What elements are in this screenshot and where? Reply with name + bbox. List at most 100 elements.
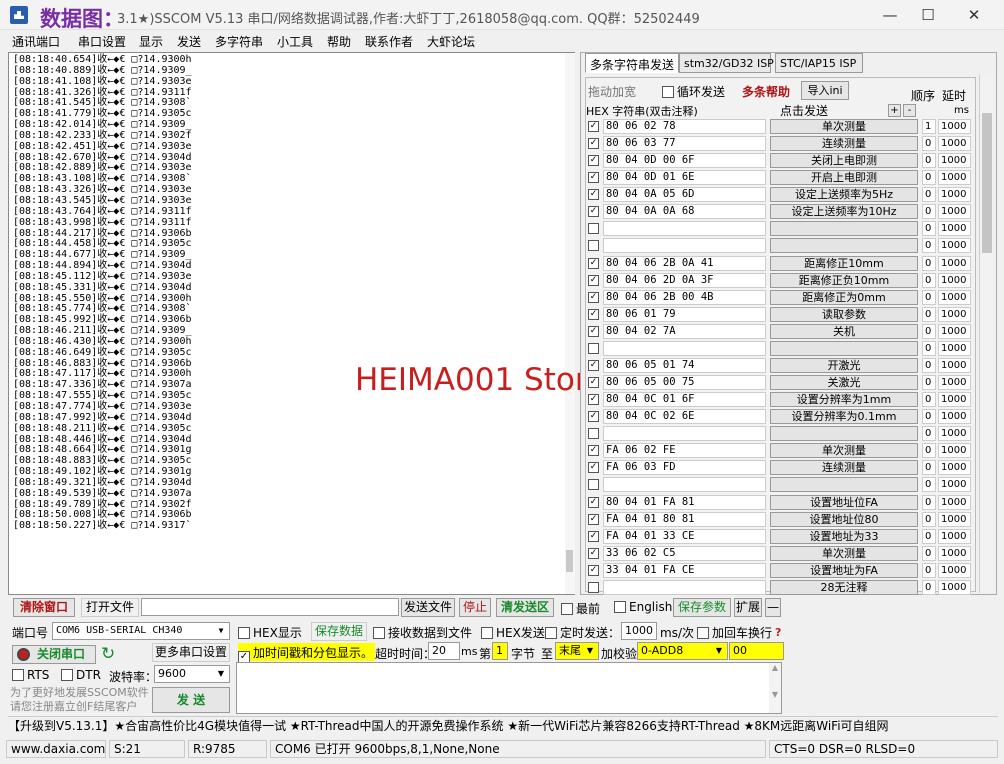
collapse-button[interactable]: — [765, 598, 781, 617]
row-delay-input[interactable]: 1000 [938, 221, 971, 237]
row-delay-input[interactable]: 1000 [938, 204, 971, 220]
menu-send[interactable]: 发送 [177, 33, 201, 50]
row-hex-input[interactable] [603, 477, 766, 493]
row-send-button[interactable]: 设置分辨率为1mm [770, 392, 918, 408]
row-send-button[interactable] [770, 221, 918, 237]
row-send-button[interactable]: 设定上送频率为10Hz [770, 204, 918, 220]
row-hex-input[interactable] [603, 238, 766, 254]
recv-to-file-box[interactable] [373, 627, 385, 639]
row-delay-input[interactable]: 1000 [938, 357, 971, 373]
menu-display[interactable]: 显示 [139, 33, 163, 50]
row-order-input[interactable]: 0 [922, 545, 936, 561]
row-send-button[interactable]: 关激光 [770, 375, 918, 391]
rts-checkbox[interactable]: RTS [12, 668, 49, 682]
promo-text[interactable]: 为了更好地发展SSCOM软件 请您注册嘉立创F结尾客户 [10, 686, 149, 714]
loop-send-checkbox[interactable]: 循环发送 [662, 83, 725, 100]
row-send-button[interactable] [770, 340, 918, 356]
row-hex-input[interactable]: 80 04 06 2B 0A 41 [603, 255, 766, 271]
menu-tools[interactable]: 小工具 [277, 33, 313, 50]
row-order-input[interactable]: 0 [922, 340, 936, 356]
receive-scrollbar[interactable] [565, 53, 575, 594]
tab-stc-isp[interactable]: STC/IAP15 ISP [775, 53, 863, 73]
row-enable-checkbox[interactable] [588, 479, 599, 491]
english-box[interactable] [614, 601, 626, 613]
row-enable-checkbox[interactable] [588, 342, 599, 354]
row-delay-input[interactable]: 1000 [938, 323, 971, 339]
stop-button[interactable]: 停止 [459, 598, 491, 617]
receive-scroll-thumb[interactable] [566, 550, 573, 572]
row-enable-checkbox[interactable]: ✓ [588, 411, 599, 423]
menu-serial-settings[interactable]: 串口设置 [78, 33, 126, 50]
row-delay-input[interactable]: 1000 [938, 187, 971, 203]
panel-scroll-thumb[interactable] [982, 113, 992, 253]
menu-port[interactable]: 通讯端口 [12, 33, 60, 50]
row-hex-input[interactable]: FA 06 02 FE [603, 443, 766, 459]
close-port-button[interactable]: 关闭串口 [12, 645, 96, 664]
row-delay-input[interactable]: 1000 [938, 494, 971, 510]
expand-button[interactable]: 扩展 [734, 598, 762, 617]
checksum-select[interactable]: 0-ADD8 ▼ [637, 642, 728, 660]
row-delay-input[interactable]: 1000 [938, 375, 971, 391]
row-delay-input[interactable]: 1000 [938, 409, 971, 425]
row-send-button[interactable]: 单次测量 [770, 443, 918, 459]
row-hex-input[interactable]: FA 04 01 80 81 [603, 511, 766, 527]
row-hex-input[interactable] [603, 426, 766, 442]
row-hex-input[interactable]: 33 04 01 FA CE [603, 562, 766, 578]
row-enable-checkbox[interactable]: ✓ [588, 377, 599, 389]
hex-display-box[interactable] [238, 627, 250, 639]
row-enable-checkbox[interactable]: ✓ [588, 274, 599, 286]
receive-area[interactable]: [08:18:40.654]收←◆€ □?14.9300h [08:18:40.8… [8, 52, 575, 595]
send-text-area[interactable]: ▲ ▼ [236, 662, 782, 714]
row-enable-checkbox[interactable]: ✓ [588, 325, 599, 337]
row-hex-input[interactable]: 80 06 03 77 [603, 136, 766, 152]
row-hex-input[interactable] [603, 340, 766, 356]
row-send-button[interactable]: 设置地址位FA [770, 494, 918, 510]
row-order-input[interactable]: 0 [922, 511, 936, 527]
help-icon[interactable]: ? [775, 626, 781, 639]
row-delay-input[interactable]: 1000 [938, 136, 971, 152]
row-hex-input[interactable]: 80 06 05 00 75 [603, 375, 766, 391]
save-data-button[interactable]: 保存数据 [311, 622, 367, 641]
drag-widen-label[interactable]: 拖动加宽 [588, 83, 636, 100]
row-send-button[interactable]: 28无注释 [770, 579, 918, 595]
row-delay-input[interactable]: 1000 [938, 392, 971, 408]
row-order-input[interactable]: 0 [922, 494, 936, 510]
row-delay-input[interactable]: 1000 [938, 443, 971, 459]
row-hex-input[interactable] [603, 221, 766, 237]
row-hex-input[interactable]: FA 04 01 33 CE [603, 528, 766, 544]
row-delay-input[interactable]: 1000 [938, 545, 971, 561]
row-enable-checkbox[interactable]: ✓ [588, 394, 599, 406]
multi-help-link[interactable]: 多条帮助 [742, 83, 790, 100]
row-send-button[interactable]: 连续测量 [770, 460, 918, 476]
row-order-input[interactable]: 0 [922, 426, 936, 442]
row-order-input[interactable]: 0 [922, 357, 936, 373]
row-hex-input[interactable]: 80 04 0C 02 6E [603, 409, 766, 425]
row-order-input[interactable]: 0 [922, 170, 936, 186]
row-order-input[interactable]: 0 [922, 255, 936, 271]
row-send-button[interactable]: 设置地址为FA [770, 562, 918, 578]
row-send-button[interactable]: 距离修正为0mm [770, 289, 918, 305]
port-select[interactable]: COM6 USB-SERIAL CH340 ▼ [52, 622, 230, 640]
row-send-button[interactable]: 单次测量 [770, 545, 918, 561]
row-send-button[interactable]: 设置分辨率为0.1mm [770, 409, 918, 425]
row-order-input[interactable]: 0 [922, 528, 936, 544]
row-enable-checkbox[interactable]: ✓ [588, 513, 599, 525]
row-hex-input[interactable]: 80 04 0C 01 6F [603, 392, 766, 408]
row-hex-input[interactable]: 80 04 0A 05 6D [603, 187, 766, 203]
row-order-input[interactable]: 0 [922, 306, 936, 322]
row-order-input[interactable]: 0 [922, 562, 936, 578]
row-order-input[interactable]: 0 [922, 443, 936, 459]
row-send-button[interactable]: 设定上送频率为5Hz [770, 187, 918, 203]
send-scrollbar[interactable]: ▲ ▼ [769, 663, 781, 713]
row-order-input[interactable]: 0 [922, 136, 936, 152]
hex-send-checkbox[interactable]: HEX发送 [481, 624, 545, 641]
row-enable-checkbox[interactable]: ✓ [588, 155, 599, 167]
close-button[interactable]: ✕ [954, 4, 994, 26]
send-button[interactable]: 发 送 [152, 687, 230, 713]
row-delay-input[interactable]: 1000 [938, 426, 971, 442]
row-send-button[interactable]: 距离修正10mm [770, 255, 918, 271]
row-hex-input[interactable]: 33 06 02 C5 [603, 545, 766, 561]
row-hex-input[interactable]: 80 06 02 78 [603, 119, 766, 134]
remove-row-button[interactable]: - [903, 104, 916, 117]
tab-stm32-isp[interactable]: stm32/GD32 ISP [679, 53, 774, 73]
